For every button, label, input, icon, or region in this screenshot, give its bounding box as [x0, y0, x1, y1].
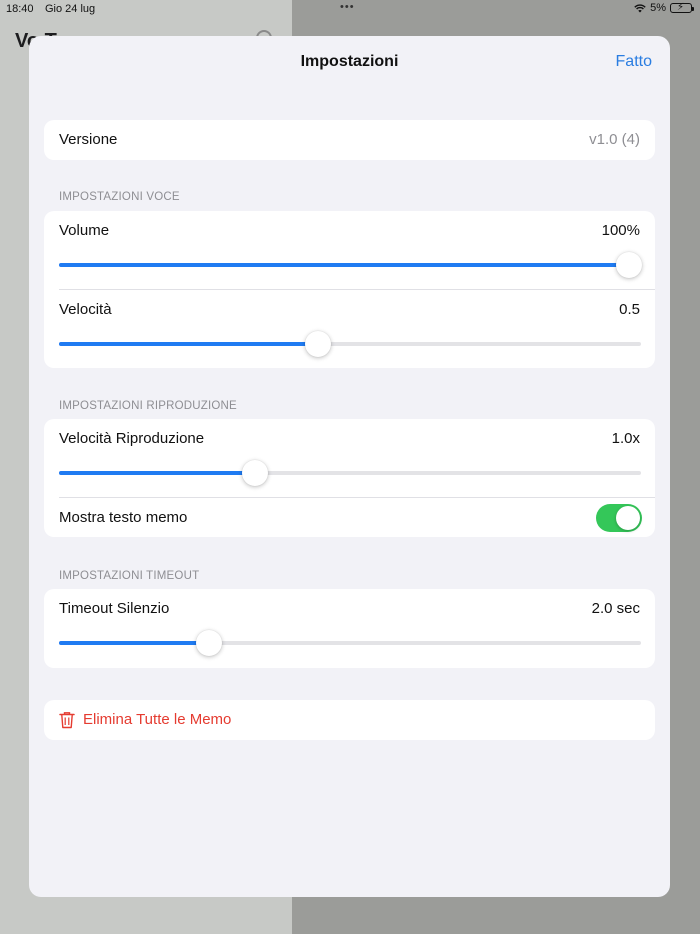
playback-speed-label: Velocità Riproduzione	[59, 430, 205, 447]
version-label: Versione	[59, 131, 118, 148]
speed-label: Velocità	[59, 301, 112, 318]
divider	[59, 497, 655, 498]
divider	[59, 289, 655, 290]
slider-thumb[interactable]	[304, 331, 331, 357]
status-date: Gio 24 lug	[45, 3, 96, 15]
wifi-icon	[634, 4, 646, 13]
show-memo-text-label: Mostra testo memo	[59, 509, 188, 526]
status-bar: 18:40 Gio 24 lug ••• 5% ⚡	[0, 0, 700, 20]
speed-value: 0.5	[619, 301, 640, 318]
version-value: v1.0 (4)	[589, 131, 640, 148]
slider-fill	[59, 641, 210, 645]
version-card: Versione v1.0 (4)	[44, 120, 655, 160]
slider-fill	[59, 263, 630, 267]
slider-thumb[interactable]	[242, 460, 269, 486]
volume-slider[interactable]	[59, 251, 643, 279]
playback-speed-slider[interactable]	[59, 459, 641, 487]
timeout-section-header: IMPOSTAZIONI TIMEOUT	[59, 570, 200, 582]
playback-settings-card: Velocità Riproduzione 1.0x Mostra testo …	[44, 419, 655, 537]
delete-all-label: Elimina Tutte le Memo	[83, 711, 232, 728]
trash-icon	[59, 712, 75, 729]
voice-section-header: IMPOSTAZIONI VOCE	[59, 191, 180, 203]
speed-slider[interactable]	[59, 330, 641, 358]
slider-fill	[59, 471, 256, 475]
slider-fill	[59, 342, 318, 346]
volume-value: 100%	[601, 222, 640, 239]
show-memo-text-toggle[interactable]	[596, 504, 642, 532]
status-time: 18:40	[6, 3, 34, 15]
multitasking-dots-icon[interactable]: •••	[340, 1, 355, 13]
settings-sheet: Impostazioni Fatto Versione v1.0 (4) IMP…	[29, 36, 670, 897]
silence-timeout-label: Timeout Silenzio	[59, 600, 170, 617]
silence-timeout-slider[interactable]	[59, 629, 641, 657]
volume-label: Volume	[59, 222, 110, 239]
voice-settings-card: Volume 100% Velocità 0.5	[44, 211, 655, 368]
slider-thumb[interactable]	[616, 252, 643, 278]
playback-section-header: IMPOSTAZIONI RIPRODUZIONE	[59, 400, 237, 412]
silence-timeout-value: 2.0 sec	[591, 600, 640, 617]
battery-icon: ⚡	[670, 2, 694, 13]
delete-all-button[interactable]: Elimina Tutte le Memo	[44, 700, 655, 740]
timeout-settings-card: Timeout Silenzio 2.0 sec	[44, 589, 655, 668]
slider-thumb[interactable]	[196, 630, 223, 656]
battery-percent: 5%	[650, 2, 666, 14]
done-button[interactable]: Fatto	[616, 53, 652, 71]
status-right: 5% ⚡	[634, 2, 694, 14]
toggle-knob	[616, 506, 640, 530]
sheet-title: Impostazioni	[300, 53, 399, 70]
playback-speed-value: 1.0x	[611, 430, 640, 447]
